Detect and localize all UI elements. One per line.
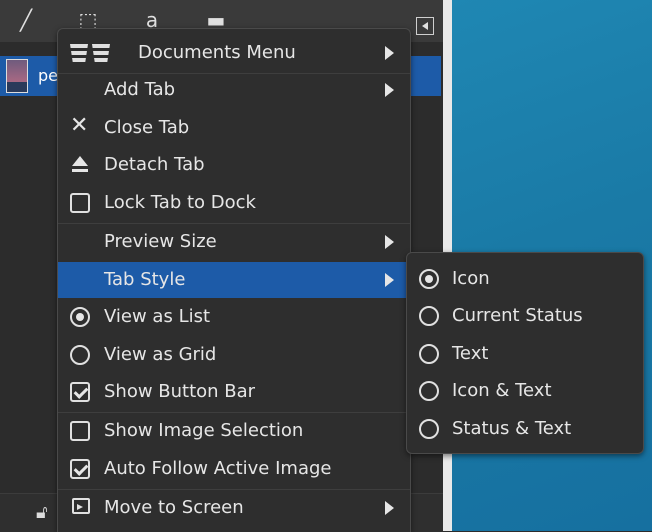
- menu-item-label: Detach Tab: [104, 154, 205, 175]
- checkbox-icon: [70, 421, 90, 441]
- radio-icon: [70, 345, 90, 365]
- checkbox-checked-icon: [70, 382, 90, 402]
- menu-item-label: Status & Text: [452, 418, 572, 439]
- submenu-arrow-icon: [385, 46, 394, 60]
- menu-item-label: Close Tab: [104, 117, 190, 138]
- menu-item-show-button-bar[interactable]: Show Button Bar: [58, 374, 410, 410]
- list-item-label: pe: [38, 66, 58, 85]
- menu-item-documents-menu[interactable]: Documents Menu: [58, 35, 410, 71]
- dock-menu-button[interactable]: [416, 17, 434, 35]
- menu-item-add-tab[interactable]: Add Tab: [58, 72, 410, 108]
- submenu-arrow-icon: [385, 273, 394, 287]
- menu-item-show-image-selection[interactable]: Show Image Selection: [58, 413, 410, 449]
- menu-item-icon[interactable]: Icon: [407, 261, 643, 297]
- radio-icon: [419, 381, 439, 401]
- menu-item-icon-and-text[interactable]: Icon & Text: [407, 373, 643, 409]
- submenu-arrow-icon: [385, 501, 394, 515]
- menu-item-view-as-grid[interactable]: View as Grid: [58, 337, 410, 373]
- menu-item-label: Tab Style: [104, 269, 186, 290]
- lock-icon[interactable]: 🔓︎: [36, 502, 54, 524]
- menu-item-move-to-screen[interactable]: Move to Screen: [58, 490, 410, 526]
- menu-item-label: Move to Screen: [104, 497, 244, 518]
- image-thumbnail: [6, 59, 28, 93]
- menu-item-current-status[interactable]: Current Status: [407, 298, 643, 334]
- checkbox-checked-icon: [70, 459, 90, 479]
- tab-style-submenu: Icon Current Status Text Icon & Text Sta…: [406, 252, 644, 454]
- menu-item-detach-tab[interactable]: Detach Tab: [58, 147, 410, 183]
- documents-icon: [70, 44, 116, 62]
- radio-icon: [419, 419, 439, 439]
- menu-item-lock-tab-to-dock[interactable]: Lock Tab to Dock: [58, 185, 410, 221]
- submenu-arrow-icon: [385, 235, 394, 249]
- radio-selected-icon: [419, 269, 439, 289]
- move-to-screen-icon: [72, 498, 90, 514]
- dock-context-menu: Documents Menu Add Tab ✕ Close Tab Detac…: [57, 28, 411, 532]
- menu-item-label: Text: [452, 343, 489, 364]
- menu-item-label: Lock Tab to Dock: [104, 192, 256, 213]
- menu-item-label: Icon: [452, 268, 490, 289]
- menu-item-label: Show Image Selection: [104, 420, 304, 441]
- submenu-arrow-icon: [385, 83, 394, 97]
- menu-item-auto-follow-active-image[interactable]: Auto Follow Active Image: [58, 451, 410, 487]
- menu-item-text[interactable]: Text: [407, 336, 643, 372]
- menu-item-label: Documents Menu: [138, 42, 296, 63]
- radio-icon: [419, 344, 439, 364]
- menu-item-view-as-list[interactable]: View as List: [58, 299, 410, 335]
- menu-item-label: Add Tab: [104, 79, 176, 100]
- menu-item-label: View as Grid: [104, 344, 217, 365]
- close-icon: ✕: [70, 113, 89, 138]
- menu-item-label: Icon & Text: [452, 380, 552, 401]
- checkbox-icon: [70, 193, 90, 213]
- menu-item-tab-style[interactable]: Tab Style: [58, 262, 410, 298]
- menu-item-label: Auto Follow Active Image: [104, 458, 332, 479]
- eject-icon: [71, 156, 89, 174]
- menu-item-close-tab[interactable]: ✕ Close Tab: [58, 110, 410, 146]
- radio-selected-icon: [70, 307, 90, 327]
- menu-item-label: Show Button Bar: [104, 381, 256, 402]
- menu-item-preview-size[interactable]: Preview Size: [58, 224, 410, 260]
- menu-item-label: View as List: [104, 306, 211, 327]
- menu-item-status-and-text[interactable]: Status & Text: [407, 411, 643, 447]
- menu-item-label: Preview Size: [104, 231, 217, 252]
- paintbrush-icon[interactable]: ╱: [12, 6, 40, 34]
- menu-item-label: Current Status: [452, 305, 583, 326]
- radio-icon: [419, 306, 439, 326]
